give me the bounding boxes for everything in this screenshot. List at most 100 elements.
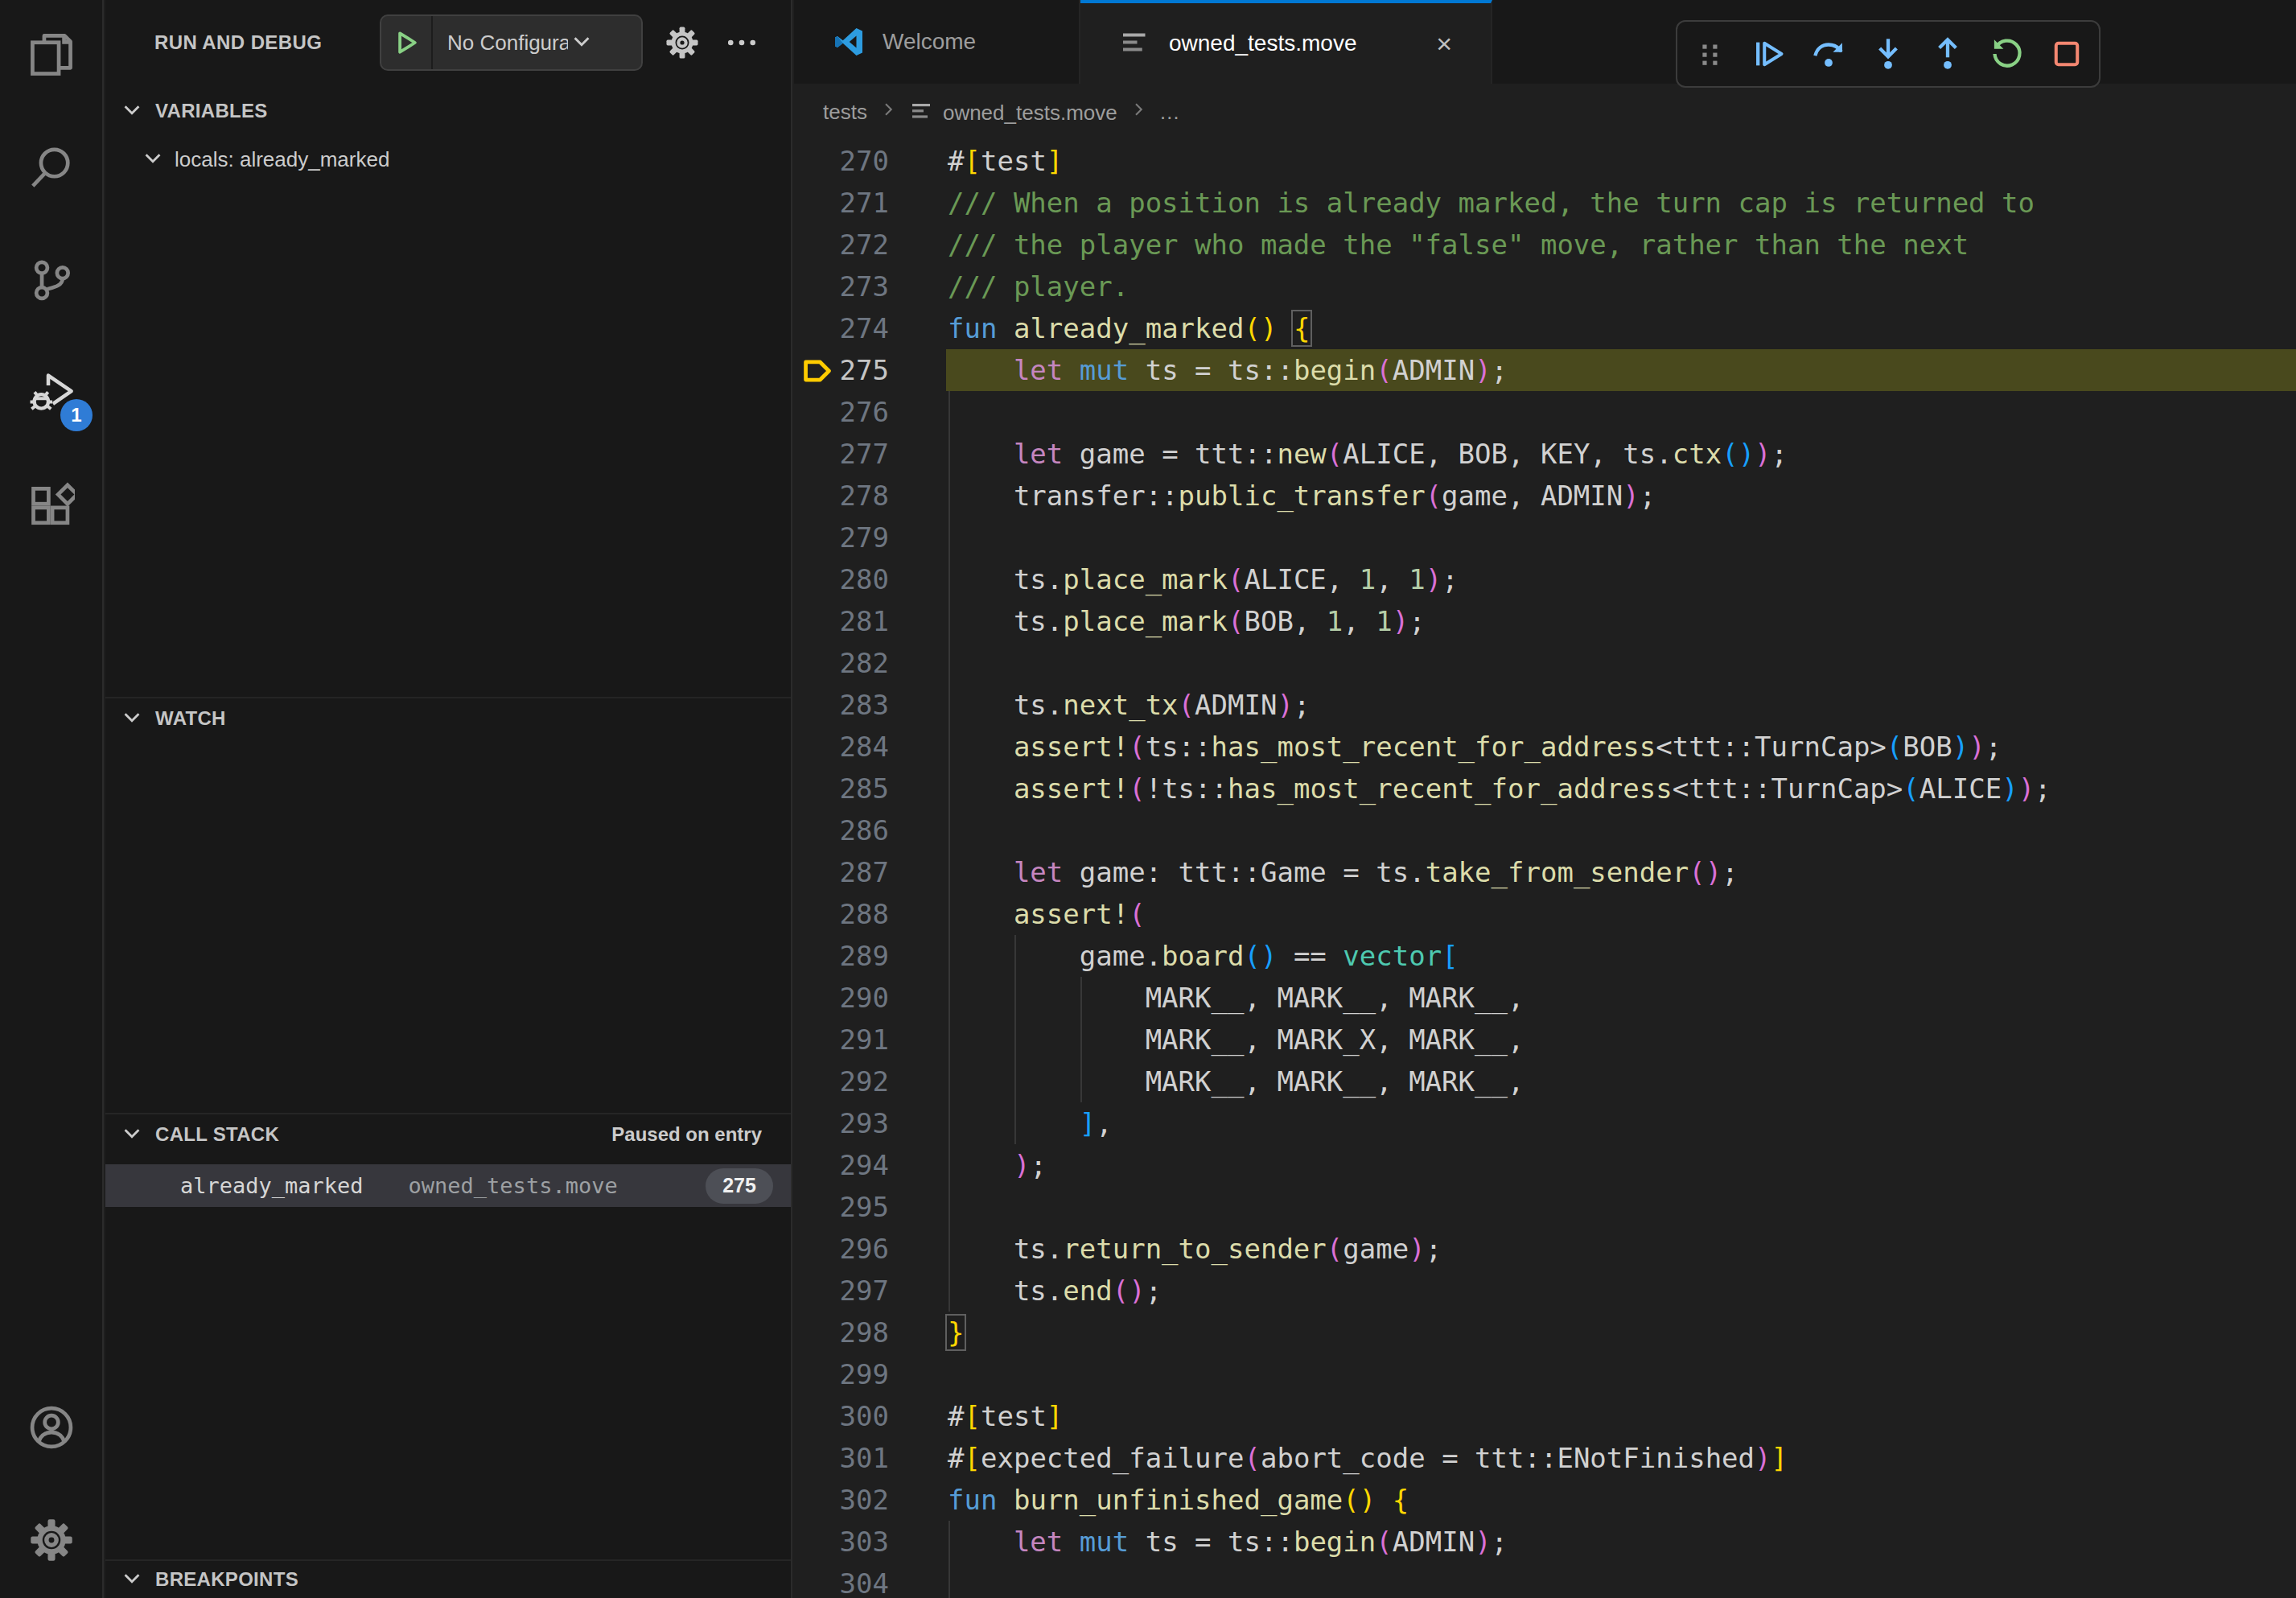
code-line-299[interactable]: 299 <box>794 1353 2296 1395</box>
line-number[interactable]: 304 <box>794 1563 889 1598</box>
activity-bar-extensions[interactable] <box>0 451 102 563</box>
code-line-276[interactable]: 276 <box>794 391 2296 433</box>
tab-owned-tests-move[interactable]: owned_tests.move× <box>1080 0 1492 84</box>
code-line-273[interactable]: 273/// player. <box>794 266 2296 307</box>
launch-configuration-dropdown[interactable]: No Configuration <box>380 14 643 71</box>
line-number[interactable]: 291 <box>794 1019 889 1061</box>
line-number[interactable]: 295 <box>794 1186 889 1228</box>
code-line-304[interactable]: 304 <box>794 1563 2296 1598</box>
code-line-277[interactable]: 277 let game = ttt::new(ALICE, BOB, KEY,… <box>794 433 2296 475</box>
views-more-actions-icon[interactable] <box>717 18 767 68</box>
code-line-286[interactable]: 286 <box>794 809 2296 851</box>
line-number[interactable]: 285 <box>794 768 889 809</box>
continue-icon[interactable] <box>1751 35 1788 72</box>
breakpoints-section-header[interactable]: BREAKPOINTS <box>105 1559 791 1598</box>
line-number[interactable]: 282 <box>794 642 889 684</box>
code-line-300[interactable]: 300#[test] <box>794 1395 2296 1437</box>
code-line-302[interactable]: 302fun burn_unfinished_game() { <box>794 1479 2296 1521</box>
activity-bar-account[interactable] <box>0 1373 102 1485</box>
step-into-icon[interactable] <box>1870 35 1907 72</box>
code-line-284[interactable]: 284 assert!(ts::has_most_recent_for_addr… <box>794 726 2296 768</box>
call-stack-frame-row[interactable]: already_marked owned_tests.move 275 <box>105 1164 791 1207</box>
code-line-285[interactable]: 285 assert!(!ts::has_most_recent_for_add… <box>794 768 2296 809</box>
start-debug-icon[interactable] <box>381 16 433 69</box>
line-number[interactable]: 287 <box>794 851 889 893</box>
line-number[interactable]: 277 <box>794 433 889 475</box>
tab-welcome[interactable]: Welcome <box>794 0 1080 84</box>
code-line-281[interactable]: 281 ts.place_mark(BOB, 1, 1); <box>794 600 2296 642</box>
line-number[interactable]: 276 <box>794 391 889 433</box>
debug-settings-gear-icon[interactable] <box>657 18 707 68</box>
activity-bar-explorer[interactable] <box>0 0 102 113</box>
close-tab-icon[interactable]: × <box>1436 30 1452 57</box>
line-number[interactable]: 279 <box>794 517 889 558</box>
code-line-295[interactable]: 295 <box>794 1186 2296 1228</box>
line-number[interactable]: 280 <box>794 558 889 600</box>
code-line-297[interactable]: 297 ts.end(); <box>794 1270 2296 1312</box>
line-number[interactable]: 289 <box>794 935 889 977</box>
line-number[interactable]: 284 <box>794 726 889 768</box>
breadcrumb-item[interactable]: tests <box>823 100 867 125</box>
activity-bar-run-and-debug[interactable]: 1 <box>0 338 102 451</box>
line-number[interactable]: 303 <box>794 1521 889 1563</box>
code-editor[interactable]: 270#[test]271/// When a position is alre… <box>794 140 2296 1598</box>
code-line-301[interactable]: 301#[expected_failure(abort_code = ttt::… <box>794 1437 2296 1479</box>
code-line-270[interactable]: 270#[test] <box>794 140 2296 182</box>
line-number[interactable]: 298 <box>794 1312 889 1353</box>
code-line-289[interactable]: 289 game.board() == vector[ <box>794 935 2296 977</box>
breadcrumb[interactable]: tests owned_tests.move … <box>794 84 2296 140</box>
code-line-288[interactable]: 288 assert!( <box>794 893 2296 935</box>
code-line-294[interactable]: 294 ); <box>794 1144 2296 1186</box>
code-line-279[interactable]: 279 <box>794 517 2296 558</box>
code-line-296[interactable]: 296 ts.return_to_sender(game); <box>794 1228 2296 1270</box>
line-number[interactable]: 288 <box>794 893 889 935</box>
breadcrumb-item[interactable]: owned_tests.move <box>909 99 1117 126</box>
stop-icon[interactable] <box>2048 35 2085 72</box>
activity-bar-source-control[interactable] <box>0 225 102 338</box>
restart-icon[interactable] <box>1989 35 2026 72</box>
step-over-icon[interactable] <box>1810 35 1847 72</box>
code-line-290[interactable]: 290 MARK__, MARK__, MARK__, <box>794 977 2296 1019</box>
code-line-274[interactable]: 274fun already_marked() { <box>794 307 2296 349</box>
variables-scope-locals[interactable]: locals: already_marked <box>105 138 791 180</box>
line-number[interactable]: 293 <box>794 1102 889 1144</box>
line-number[interactable]: 292 <box>794 1061 889 1102</box>
code-line-291[interactable]: 291 MARK__, MARK_X, MARK__, <box>794 1019 2296 1061</box>
code-line-280[interactable]: 280 ts.place_mark(ALICE, 1, 1); <box>794 558 2296 600</box>
line-number[interactable]: 286 <box>794 809 889 851</box>
line-number[interactable]: 299 <box>794 1353 889 1395</box>
line-number[interactable]: 271 <box>794 182 889 224</box>
line-number[interactable]: 297 <box>794 1270 889 1312</box>
line-number[interactable]: 294 <box>794 1144 889 1186</box>
code-line-271[interactable]: 271/// When a position is already marked… <box>794 182 2296 224</box>
line-number[interactable]: 272 <box>794 224 889 266</box>
code-line-272[interactable]: 272/// the player who made the "false" m… <box>794 224 2296 266</box>
code-line-292[interactable]: 292 MARK__, MARK__, MARK__, <box>794 1061 2296 1102</box>
line-number[interactable]: 281 <box>794 600 889 642</box>
line-number[interactable]: 300 <box>794 1395 889 1437</box>
line-number[interactable]: 270 <box>794 140 889 182</box>
line-number[interactable]: 302 <box>794 1479 889 1521</box>
call-stack-section-header[interactable]: CALL STACK Paused on entry <box>105 1113 791 1155</box>
activity-bar-settings-gear[interactable] <box>0 1485 102 1598</box>
line-number[interactable]: 301 <box>794 1437 889 1479</box>
line-number[interactable]: 278 <box>794 475 889 517</box>
code-line-303[interactable]: 303 let mut ts = ts::begin(ADMIN); <box>794 1521 2296 1563</box>
code-line-298[interactable]: 298} <box>794 1312 2296 1353</box>
step-out-icon[interactable] <box>1929 35 1966 72</box>
line-number[interactable]: 283 <box>794 684 889 726</box>
code-line-287[interactable]: 287 let game: ttt::Game = ts.take_from_s… <box>794 851 2296 893</box>
code-line-293[interactable]: 293 ], <box>794 1102 2296 1144</box>
code-line-283[interactable]: 283 ts.next_tx(ADMIN); <box>794 684 2296 726</box>
line-number[interactable]: 274 <box>794 307 889 349</box>
line-number[interactable]: 296 <box>794 1228 889 1270</box>
line-number[interactable]: 290 <box>794 977 889 1019</box>
breadcrumb-item[interactable]: … <box>1159 100 1180 125</box>
code-line-278[interactable]: 278 transfer::public_transfer(game, ADMI… <box>794 475 2296 517</box>
activity-bar-search[interactable] <box>0 113 102 225</box>
line-number[interactable]: 273 <box>794 266 889 307</box>
watch-section-header[interactable]: WATCH <box>105 697 791 739</box>
code-line-282[interactable]: 282 <box>794 642 2296 684</box>
code-line-275[interactable]: 275 let mut ts = ts::begin(ADMIN); <box>794 349 2296 391</box>
variables-section-header[interactable]: VARIABLES <box>105 90 791 132</box>
